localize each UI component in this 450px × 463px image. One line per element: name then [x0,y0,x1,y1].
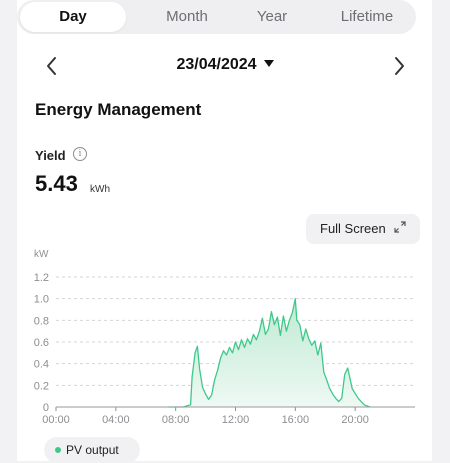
yield-value: 5.43 [35,171,78,196]
tab-month[interactable]: Month [137,0,237,34]
y-axis-ticks: 0 0.2 0.4 0.6 0.8 1.0 1.2 [34,272,49,414]
tab-year[interactable]: Year [237,0,307,34]
expand-icon [394,221,406,233]
y-tick-label: 0.4 [34,359,49,371]
x-tick-label: 20:00 [341,414,369,426]
caret-down-icon [263,60,274,67]
y-axis-label: kW [34,249,49,260]
y-tick-label: 0.2 [34,380,49,392]
legend-pv-output[interactable]: PV output [44,437,140,463]
chevron-left-icon [47,57,56,75]
legend-dot [55,447,61,453]
chevron-right-icon [395,57,404,75]
full-screen-label: Full Screen [320,221,386,236]
x-tick-label: 04:00 [102,414,130,426]
x-tick-label: 00:00 [42,414,70,426]
tab-lifetime[interactable]: Lifetime [317,0,417,34]
y-tick-label: 1.0 [34,294,49,306]
selected-date: 23/04/2024 [176,56,257,73]
info-icon[interactable]: i [73,147,87,161]
x-tick-label: 12:00 [222,414,250,426]
tab-day[interactable]: Day [20,2,126,32]
y-tick-label: 1.2 [34,272,49,284]
yield-label: Yield [35,148,66,163]
y-tick-label: 0 [43,402,49,414]
next-day-button[interactable] [387,52,411,80]
yield-unit: kWh [90,184,110,195]
x-axis-ticks: 00:00 04:00 08:00 12:00 16:00 20:00 [42,407,369,426]
previous-day-button[interactable] [40,52,64,80]
y-tick-label: 0.6 [34,337,49,349]
pv-output-chart: 0 0.2 0.4 0.6 0.8 1.0 1.2 00:00 04:00 08:00 12:00… [34,249,415,426]
date-picker[interactable]: 23/04/2024 [150,56,300,76]
period-tabs: Day Month Year Lifetime [17,0,416,34]
legend-label: PV output [66,443,119,457]
x-tick-label: 16:00 [282,414,310,426]
x-tick-label: 08:00 [162,414,190,426]
section-title: Energy Management [35,100,202,119]
y-tick-label: 0.8 [34,315,49,327]
